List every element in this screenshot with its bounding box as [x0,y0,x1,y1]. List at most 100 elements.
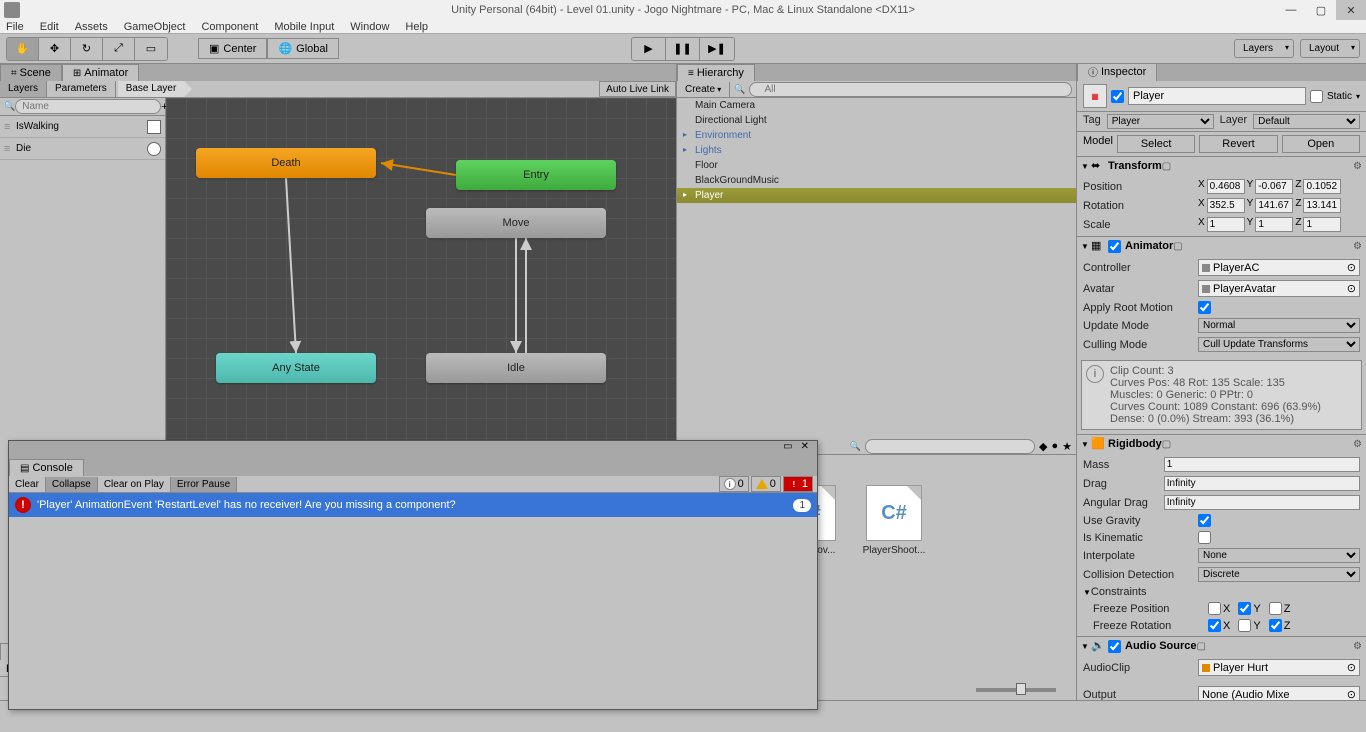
pos-z[interactable] [1303,179,1341,194]
console-window[interactable]: ▭ ✕ ▤ Console Clear Collapse Clear on Pl… [8,440,818,710]
menu-file[interactable]: File [6,21,24,33]
state-entry[interactable]: Entry [456,160,616,190]
apply-root-checkbox[interactable] [1198,301,1211,314]
interpolate-dropdown[interactable]: None [1198,548,1360,563]
menu-assets[interactable]: Assets [75,21,108,33]
filter-icon[interactable]: ◆ [1039,440,1047,453]
filter-type-icon[interactable]: ● [1051,440,1058,452]
state-move[interactable]: Move [426,208,606,238]
animator-parameters-tab[interactable]: Parameters [47,81,116,97]
move-tool-button[interactable]: ✥ [39,38,71,60]
freeze-rot-x[interactable] [1208,619,1221,632]
layers-dropdown[interactable]: Layers [1234,39,1294,58]
scl-x[interactable] [1207,217,1245,232]
console-collapse[interactable]: Collapse [46,477,98,492]
state-death[interactable]: Death [196,148,376,178]
animator-breadcrumb[interactable]: Base Layer [118,81,185,97]
audio-enabled[interactable] [1108,640,1121,653]
rotate-tool-button[interactable]: ↻ [71,38,103,60]
project-search-input[interactable] [865,439,1035,454]
freeze-pos-z[interactable] [1269,602,1282,615]
console-close-icon[interactable]: ✕ [797,441,813,459]
pos-x[interactable] [1207,179,1245,194]
rot-x[interactable] [1207,198,1245,213]
param-iswalking[interactable]: ≡ IsWalking [0,116,165,138]
tab-hierarchy[interactable]: ≡ Hierarchy [677,64,755,81]
kinematic-checkbox[interactable] [1198,531,1211,544]
gameobject-active-checkbox[interactable] [1111,90,1124,103]
project-item-playershoot[interactable]: C# PlayerShoot... [859,485,929,556]
hand-tool-button[interactable]: ✋ [7,38,39,60]
minimize-button[interactable]: — [1276,0,1306,20]
hierarchy-item-player[interactable]: Player [677,188,1076,203]
state-anystate[interactable]: Any State [216,353,376,383]
mass-input[interactable] [1164,457,1360,472]
gear-icon[interactable]: ⚙ [1353,439,1362,450]
menu-mobileinput[interactable]: Mobile Input [274,21,334,33]
info-count[interactable]: i0 [719,476,749,492]
culling-mode-dropdown[interactable]: Cull Update Transforms [1198,337,1360,352]
gear-icon[interactable]: ⚙ [1353,641,1362,652]
gravity-checkbox[interactable] [1198,514,1211,527]
menu-help[interactable]: Help [405,21,428,33]
close-button[interactable]: ✕ [1336,0,1366,20]
model-revert-button[interactable]: Revert [1199,135,1277,153]
step-button[interactable]: ▶❚ [700,38,734,60]
rigidbody-header[interactable]: ▼🟧 Rigidbody ▢ ⚙ [1077,435,1366,453]
freeze-rot-z[interactable] [1269,619,1282,632]
gear-icon[interactable]: ⚙ [1353,241,1362,252]
menu-gameobject[interactable]: GameObject [124,21,186,33]
hierarchy-item-environment[interactable]: Environment [677,128,1076,143]
avatar-field[interactable]: PlayerAvatar⊙ [1198,280,1360,297]
static-checkbox[interactable] [1310,90,1323,103]
scl-y[interactable] [1255,217,1293,232]
tab-animator[interactable]: ⊞ Animator [62,64,139,81]
tab-scene[interactable]: ⌗ Scene [0,64,62,81]
model-select-button[interactable]: Select [1117,135,1195,153]
error-count[interactable]: !1 [783,476,813,492]
update-mode-dropdown[interactable]: Normal [1198,318,1360,333]
scale-tool-button[interactable]: ⤢ [103,38,135,60]
freeze-rot-y[interactable] [1238,619,1251,632]
help-icon[interactable]: ▢ [1173,241,1182,252]
console-errorpause[interactable]: Error Pause [171,477,237,492]
play-button[interactable]: ▶ [632,38,666,60]
maximize-button[interactable]: ▢ [1306,0,1336,20]
console-clearonplay[interactable]: Clear on Play [98,477,171,492]
menu-window[interactable]: Window [350,21,389,33]
rect-tool-button[interactable]: ▭ [135,38,167,60]
auto-live-link-button[interactable]: Auto Live Link [599,81,676,97]
gear-icon[interactable]: ⚙ [1353,161,1362,172]
console-message[interactable]: ! 'Player' AnimationEvent 'RestartLevel'… [9,493,817,517]
param-die[interactable]: ≡ Die [0,138,165,160]
audioclip-field[interactable]: Player Hurt⊙ [1198,659,1360,676]
pause-button[interactable]: ❚❚ [666,38,700,60]
output-field[interactable]: None (Audio Mixe⊙ [1198,686,1360,700]
hierarchy-item-maincamera[interactable]: Main Camera [677,98,1076,113]
menu-component[interactable]: Component [201,21,258,33]
save-search-icon[interactable]: ★ [1062,440,1072,453]
controller-field[interactable]: PlayerAC⊙ [1198,259,1360,276]
param-search-input[interactable] [15,99,161,114]
rot-y[interactable] [1255,198,1293,213]
tab-console[interactable]: ▤ Console [9,459,84,476]
hierarchy-item-floor[interactable]: Floor [677,158,1076,173]
help-icon[interactable]: ▢ [1162,161,1171,172]
pivot-global-button[interactable]: 🌐Global [267,38,339,59]
angdrag-input[interactable] [1164,495,1360,510]
freeze-pos-y[interactable] [1238,602,1251,615]
help-icon[interactable]: ▢ [1162,439,1171,450]
hierarchy-item-bgmusic[interactable]: BlackGroundMusic [677,173,1076,188]
drag-input[interactable] [1164,476,1360,491]
menu-edit[interactable]: Edit [40,21,59,33]
scl-z[interactable] [1303,217,1341,232]
model-open-button[interactable]: Open [1282,135,1360,153]
pivot-center-button[interactable]: ▣Center [198,38,267,59]
checkbox-icon[interactable] [147,120,161,134]
animator-comp-header[interactable]: ▼▦ Animator ▢ ⚙ [1077,237,1366,255]
warn-count[interactable]: 0 [751,476,781,492]
trigger-icon[interactable] [147,142,161,156]
hierarchy-search-input[interactable] [749,82,1072,97]
layer-dropdown[interactable]: Default [1253,114,1360,129]
transform-header[interactable]: ▼⬌ Transform ▢ ⚙ [1077,157,1366,175]
